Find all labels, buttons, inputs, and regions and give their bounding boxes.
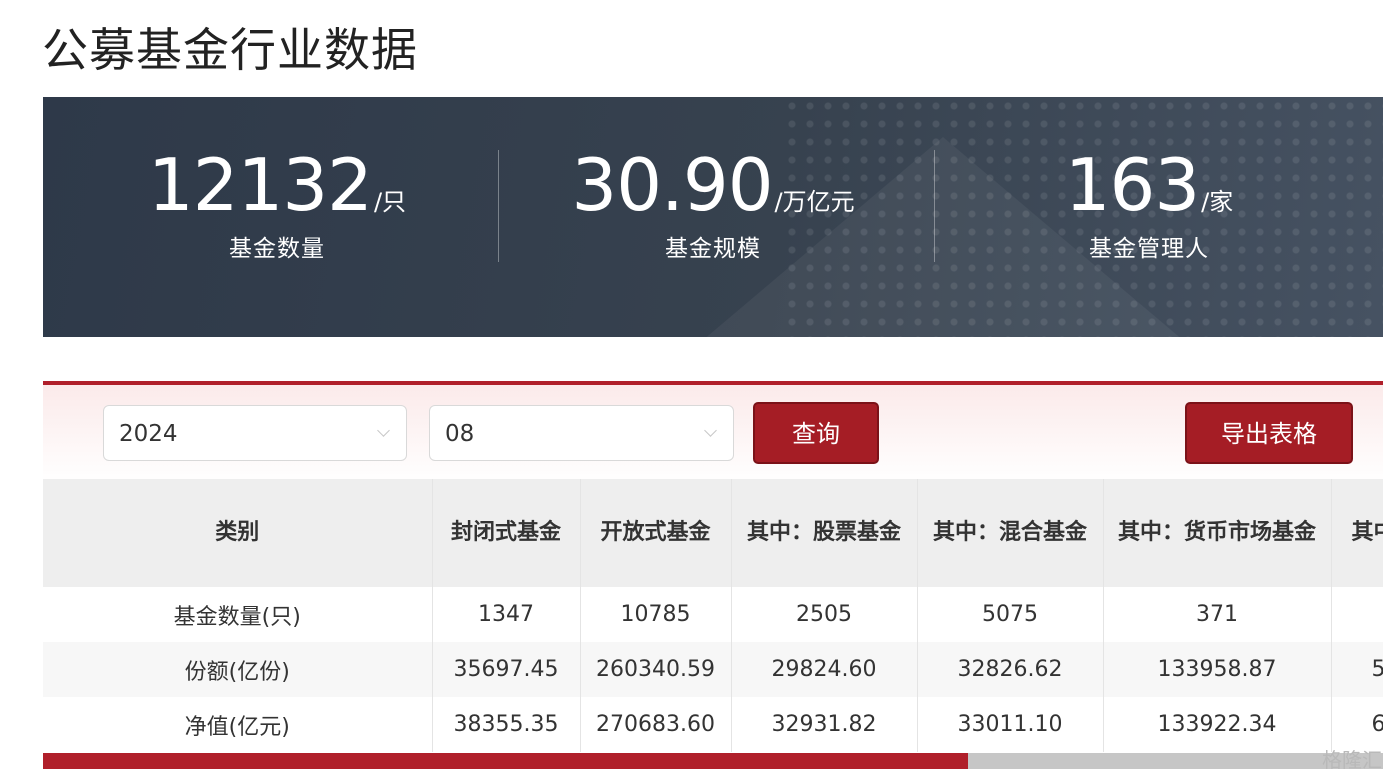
table-cell: 5 — [1331, 642, 1383, 697]
table-cell: 基金数量(只) — [43, 587, 433, 642]
year-select[interactable]: 2024 — [103, 405, 407, 461]
watermark-logo: 格隆汇 — [1322, 748, 1382, 772]
table-cell — [1331, 587, 1383, 642]
stat-unit: /只 — [373, 188, 407, 216]
table-cell: 38355.35 — [432, 697, 581, 752]
column-header: 其中：货币市场基金 — [1103, 479, 1332, 587]
table-cell: 2505 — [731, 587, 918, 642]
table-row: 基金数量(只) 1347 10785 2505 5075 371 — [43, 587, 1383, 642]
stat-unit: /万亿元 — [774, 188, 855, 216]
fund-data-table: 类别 封闭式基金 开放式基金 其中：股票基金 其中：混合基金 其中：货币市场基金… — [43, 479, 1383, 753]
column-header: 其中：股票基金 — [731, 479, 918, 587]
stat-value-line: 163/家 — [931, 147, 1367, 223]
month-select-value: 08 — [445, 421, 475, 447]
table-row: 份额(亿份) 35697.45 260340.59 29824.60 32826… — [43, 642, 1383, 697]
table-cell: 净值(亿元) — [43, 697, 433, 752]
column-header: 其中：混合基金 — [917, 479, 1104, 587]
stat-fund-managers: 163/家 基金管理人 — [931, 147, 1367, 263]
stat-label: 基金规模 — [665, 236, 761, 262]
horizontal-scrollbar[interactable] — [43, 753, 1383, 769]
stat-label: 基金数量 — [229, 236, 325, 262]
column-header: 其中 — [1331, 479, 1383, 587]
column-header: 类别 — [43, 479, 433, 587]
table-header-row: 类别 封闭式基金 开放式基金 其中：股票基金 其中：混合基金 其中：货币市场基金… — [43, 479, 1383, 587]
table-cell: 35697.45 — [432, 642, 581, 697]
table-cell: 270683.60 — [580, 697, 732, 752]
table-cell: 260340.59 — [580, 642, 732, 697]
table-cell: 32826.62 — [917, 642, 1104, 697]
table-cell: 33011.10 — [917, 697, 1104, 752]
table-cell: 133922.34 — [1103, 697, 1332, 752]
year-select-value: 2024 — [119, 421, 178, 447]
query-button[interactable]: 查询 — [753, 402, 879, 464]
filter-bar: 2024 08 查询 导出表格 — [43, 381, 1383, 482]
chevron-down-icon — [377, 424, 390, 437]
table-cell: 5075 — [917, 587, 1104, 642]
stat-value-line: 12132/只 — [59, 147, 495, 223]
export-table-button[interactable]: 导出表格 — [1185, 402, 1353, 464]
stat-fund-count: 12132/只 基金数量 — [59, 147, 495, 263]
table-cell: 133958.87 — [1103, 642, 1332, 697]
stat-fund-scale: 30.90/万亿元 基金规模 — [495, 147, 931, 263]
page-title: 公募基金行业数据 — [42, 23, 418, 77]
chevron-down-icon — [704, 424, 717, 437]
stat-unit: /家 — [1201, 188, 1234, 216]
table-row: 净值(亿元) 38355.35 270683.60 32931.82 33011… — [43, 697, 1383, 752]
table-cell: 份额(亿份) — [43, 642, 433, 697]
column-header: 封闭式基金 — [432, 479, 581, 587]
data-table: 类别 封闭式基金 开放式基金 其中：股票基金 其中：混合基金 其中：货币市场基金… — [43, 479, 1383, 752]
scrollbar-thumb[interactable] — [43, 753, 968, 769]
month-select[interactable]: 08 — [429, 405, 734, 461]
stat-value-line: 30.90/万亿元 — [495, 147, 931, 223]
stats-banner: 12132/只 基金数量 30.90/万亿元 基金规模 163/家 基金管理人 — [43, 97, 1383, 337]
table-cell: 10785 — [580, 587, 732, 642]
column-header: 开放式基金 — [580, 479, 732, 587]
stat-value: 12132 — [147, 143, 373, 227]
stat-value: 163 — [1064, 143, 1200, 227]
stat-value: 30.90 — [571, 143, 773, 227]
table-cell: 29824.60 — [731, 642, 918, 697]
table-cell: 32931.82 — [731, 697, 918, 752]
table-cell: 371 — [1103, 587, 1332, 642]
stat-label: 基金管理人 — [1089, 236, 1209, 262]
table-cell: 1347 — [432, 587, 581, 642]
